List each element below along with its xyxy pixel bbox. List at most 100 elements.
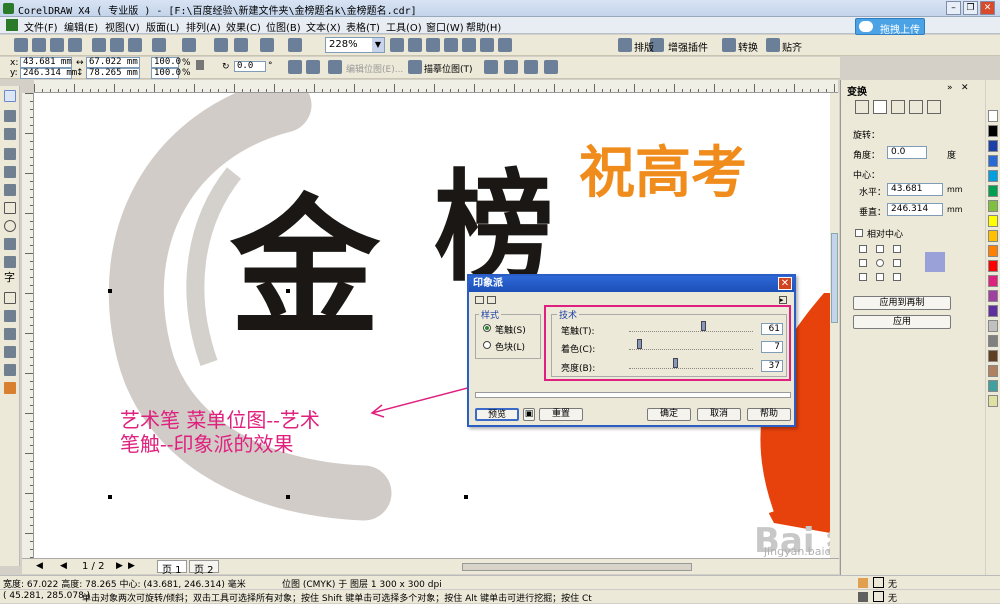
pick-tool-icon[interactable] bbox=[4, 90, 16, 102]
palette-swatch[interactable] bbox=[988, 290, 998, 302]
zoom-in-icon[interactable] bbox=[390, 38, 404, 52]
zoom-height-icon[interactable] bbox=[498, 38, 512, 52]
anchor-bl[interactable] bbox=[859, 273, 867, 281]
lock-ratio-icon[interactable] bbox=[196, 60, 204, 70]
snap-label[interactable]: 贴齐 bbox=[782, 39, 802, 54]
lock-icon[interactable]: ▣ bbox=[523, 408, 535, 421]
welcome-icon[interactable] bbox=[288, 38, 302, 52]
anchor-mr[interactable] bbox=[893, 259, 901, 267]
palette-swatch[interactable] bbox=[988, 365, 998, 377]
eyedropper-tool-icon[interactable] bbox=[4, 346, 16, 358]
app-launcher-icon[interactable] bbox=[260, 38, 274, 52]
anchor-ml[interactable] bbox=[859, 259, 867, 267]
selection-handle[interactable] bbox=[108, 289, 112, 293]
menu-bitmaps[interactable]: 位图(B) bbox=[266, 19, 301, 34]
zoom-width-icon[interactable] bbox=[480, 38, 494, 52]
menu-table[interactable]: 表格(T) bbox=[346, 19, 380, 34]
anchor-br[interactable] bbox=[893, 273, 901, 281]
mirror-h-icon[interactable] bbox=[288, 60, 302, 74]
fill-tool-icon[interactable] bbox=[4, 382, 16, 394]
palette-swatch[interactable] bbox=[988, 320, 998, 332]
dimension-tool-icon[interactable] bbox=[4, 310, 16, 322]
scale-y-field[interactable]: 100.0 bbox=[151, 68, 181, 79]
split-preview-icon[interactable] bbox=[487, 296, 496, 304]
zoom-all-icon[interactable] bbox=[444, 38, 458, 52]
selection-handle[interactable] bbox=[286, 289, 290, 293]
outline-tool-icon[interactable] bbox=[4, 364, 16, 376]
palette-swatch[interactable] bbox=[988, 110, 998, 122]
palette-swatch[interactable] bbox=[988, 200, 998, 212]
preview-button[interactable]: 预览 bbox=[475, 408, 519, 421]
layout-plugin-label[interactable]: 排版 bbox=[634, 39, 654, 54]
preview-pane-icon[interactable] bbox=[475, 296, 484, 304]
anchor-bc[interactable] bbox=[876, 273, 884, 281]
copy-icon[interactable] bbox=[110, 38, 124, 52]
height-field[interactable]: 78.265 mm bbox=[86, 68, 140, 79]
prev-page-icon[interactable]: ◀ bbox=[60, 561, 67, 571]
polygon-tool-icon[interactable] bbox=[4, 238, 16, 250]
anchor-tc[interactable] bbox=[876, 245, 884, 253]
anchor-tr[interactable] bbox=[893, 245, 901, 253]
radio-stroke[interactable] bbox=[483, 324, 491, 332]
snap-icon[interactable] bbox=[766, 38, 780, 52]
vertical-field[interactable]: 246.314 bbox=[887, 203, 943, 216]
resample-icon[interactable] bbox=[504, 60, 518, 74]
wrap-text-icon[interactable] bbox=[544, 60, 558, 74]
help-button[interactable]: 帮助 bbox=[747, 408, 791, 421]
convert-label[interactable]: 转换 bbox=[738, 39, 758, 54]
zoom-level-select[interactable]: 228% ▼ bbox=[325, 37, 385, 53]
cancel-button[interactable]: 取消 bbox=[697, 408, 741, 421]
trace-bitmap-button[interactable]: 描摹位图(T) bbox=[424, 62, 473, 75]
freehand-tool-icon[interactable] bbox=[4, 166, 16, 178]
open-icon[interactable] bbox=[32, 38, 46, 52]
palette-swatch[interactable] bbox=[988, 260, 998, 272]
vertical-scrollbar[interactable] bbox=[830, 93, 839, 558]
reset-button[interactable]: 重置 bbox=[539, 408, 583, 421]
crop-tool-icon[interactable] bbox=[4, 128, 16, 140]
palette-swatch[interactable] bbox=[988, 185, 998, 197]
ellipse-tool-icon[interactable] bbox=[4, 220, 16, 232]
palette-swatch[interactable] bbox=[988, 335, 998, 347]
menu-file[interactable]: 文件(F) bbox=[24, 19, 58, 34]
menu-window[interactable]: 窗口(W) bbox=[426, 19, 464, 34]
docker-close-icon[interactable]: ✕ bbox=[961, 83, 969, 93]
anchor-center[interactable] bbox=[876, 259, 884, 267]
apply-button[interactable]: 应用 bbox=[853, 315, 951, 329]
dialog-close-button[interactable]: ✕ bbox=[778, 277, 792, 290]
next-page-icon[interactable]: ▶ bbox=[116, 561, 123, 571]
size-tab-icon[interactable] bbox=[909, 100, 923, 114]
width-field[interactable]: 67.022 mm bbox=[86, 57, 140, 68]
shape-tool-icon[interactable] bbox=[4, 110, 16, 122]
convert-icon[interactable] bbox=[722, 38, 736, 52]
selection-handle[interactable] bbox=[286, 495, 290, 499]
redo-icon[interactable] bbox=[182, 38, 196, 52]
anchor-tl[interactable] bbox=[859, 245, 867, 253]
y-position-field[interactable]: 246.314 mm bbox=[20, 68, 77, 79]
last-page-icon[interactable]: ▶ bbox=[128, 561, 135, 571]
cut-icon[interactable] bbox=[92, 38, 106, 52]
first-page-icon[interactable]: ◀ bbox=[36, 561, 43, 571]
undo-icon[interactable] bbox=[152, 38, 166, 52]
ok-button[interactable]: 确定 bbox=[647, 408, 691, 421]
palette-swatch[interactable] bbox=[988, 125, 998, 137]
basic-shapes-tool-icon[interactable] bbox=[4, 256, 16, 268]
menu-effects[interactable]: 效果(C) bbox=[226, 19, 261, 34]
tab-page-2[interactable]: 页 2 bbox=[189, 560, 219, 576]
restore-button[interactable]: ❐ bbox=[963, 1, 978, 15]
palette-swatch[interactable] bbox=[988, 230, 998, 242]
interactive-blend-tool-icon[interactable] bbox=[4, 328, 16, 340]
zoom-out-icon[interactable] bbox=[408, 38, 422, 52]
print-icon[interactable] bbox=[68, 38, 82, 52]
zoom-page-icon[interactable] bbox=[462, 38, 476, 52]
palette-swatch[interactable] bbox=[988, 245, 998, 257]
edit-bitmap-icon[interactable] bbox=[328, 60, 342, 74]
table-tool-icon[interactable] bbox=[4, 292, 16, 304]
tab-page-1[interactable]: 页 1 bbox=[157, 560, 187, 576]
palette-swatch[interactable] bbox=[988, 155, 998, 167]
position-tab-icon[interactable] bbox=[855, 100, 869, 114]
rectangle-tool-icon[interactable] bbox=[4, 202, 16, 214]
radio-color-block[interactable] bbox=[483, 341, 491, 349]
horizontal-field[interactable]: 43.681 bbox=[887, 183, 943, 196]
palette-swatch[interactable] bbox=[988, 140, 998, 152]
rotate-tab-icon[interactable] bbox=[873, 100, 887, 114]
